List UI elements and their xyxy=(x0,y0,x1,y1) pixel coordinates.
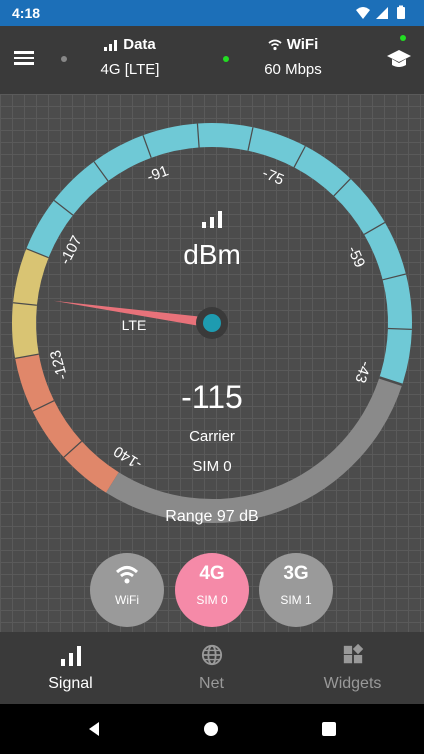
range-label: Range 97 dB xyxy=(165,508,258,525)
wifi-value: 60 Mbps xyxy=(264,61,322,78)
menu-icon xyxy=(14,51,34,54)
menu-button[interactable] xyxy=(10,48,40,72)
app-bar: Data 4G [LTE] WiFi 60 Mbps xyxy=(0,26,424,94)
cell-signal-icon xyxy=(376,7,388,19)
learn-indicator-dot xyxy=(400,35,406,41)
globe-icon xyxy=(201,644,222,666)
wifi-title: WiFi xyxy=(286,36,319,53)
signal-bars-icon xyxy=(202,211,222,228)
nav-label: Net xyxy=(199,675,224,692)
system-navigation-bar xyxy=(0,704,424,754)
gauge-segment xyxy=(94,135,153,181)
mode-label: SIM 0 xyxy=(196,593,228,607)
learn-button[interactable] xyxy=(384,35,414,74)
graduation-cap-icon xyxy=(387,50,411,67)
operator-name: Carrier xyxy=(189,428,235,445)
gauge-segment xyxy=(12,302,39,358)
data-value: 4G [LTE] xyxy=(100,61,160,78)
scale-label: -75 xyxy=(260,165,287,189)
status-icons xyxy=(356,5,405,19)
signal-bars-icon xyxy=(60,646,81,666)
gauge-segment xyxy=(198,123,254,151)
mode-button-3g[interactable]: 3G SIM 1 xyxy=(259,553,333,627)
signal-view: -140 -123 -107 -91 -75 -59 -43 Range 97 dB dBm … xyxy=(0,94,424,632)
scale-label: -91 xyxy=(145,162,171,185)
gauge-segment xyxy=(143,123,201,158)
gauge-segment xyxy=(334,179,386,236)
back-icon[interactable] xyxy=(86,721,102,737)
gauge-segment xyxy=(294,146,351,197)
nav-item-signal[interactable]: Signal xyxy=(0,632,141,704)
nav-item-net[interactable]: Net xyxy=(141,632,282,704)
data-connection[interactable]: Data 4G [LTE] xyxy=(80,36,180,78)
nav-label: Widgets xyxy=(323,675,382,692)
bottom-navigation: Signal Net Widgets xyxy=(0,632,424,704)
wifi-connection[interactable]: WiFi 60 Mbps xyxy=(243,36,343,78)
mode-title: 4G xyxy=(199,563,225,584)
data-title: Data xyxy=(123,36,156,53)
recents-icon[interactable] xyxy=(321,721,337,737)
data-indicator-dot xyxy=(61,56,67,62)
mode-button-wifi[interactable]: WiFi xyxy=(90,553,164,627)
wifi-indicator-dot xyxy=(223,56,229,62)
gauge-segment xyxy=(54,161,109,215)
wifi-icon xyxy=(268,39,282,50)
mode-label: WiFi xyxy=(115,593,139,607)
wifi-icon xyxy=(115,566,139,584)
gauge-segment xyxy=(379,328,412,385)
tech-label: LTE xyxy=(121,317,147,333)
status-bar: 4:18 xyxy=(0,0,424,26)
signal-reading: -115 xyxy=(181,379,243,415)
gauge-segment xyxy=(382,274,412,330)
home-icon[interactable] xyxy=(203,721,219,737)
mode-button-4g[interactable]: 4G SIM 0 xyxy=(175,553,249,627)
status-time: 4:18 xyxy=(12,5,41,21)
nav-label: Signal xyxy=(48,675,93,692)
scale-label: -123 xyxy=(47,348,71,381)
mode-label: SIM 1 xyxy=(280,593,312,607)
widgets-icon xyxy=(343,643,363,664)
gauge-segment xyxy=(248,127,306,168)
signal-bars-icon xyxy=(104,39,118,51)
sim-label: SIM 0 xyxy=(192,458,232,475)
needle-hub xyxy=(203,314,221,332)
mode-title: 3G xyxy=(283,563,309,584)
unit-label: dBm xyxy=(183,239,241,270)
battery-icon xyxy=(397,7,405,19)
wifi-icon xyxy=(356,7,370,19)
nav-item-widgets[interactable]: Widgets xyxy=(282,632,423,704)
